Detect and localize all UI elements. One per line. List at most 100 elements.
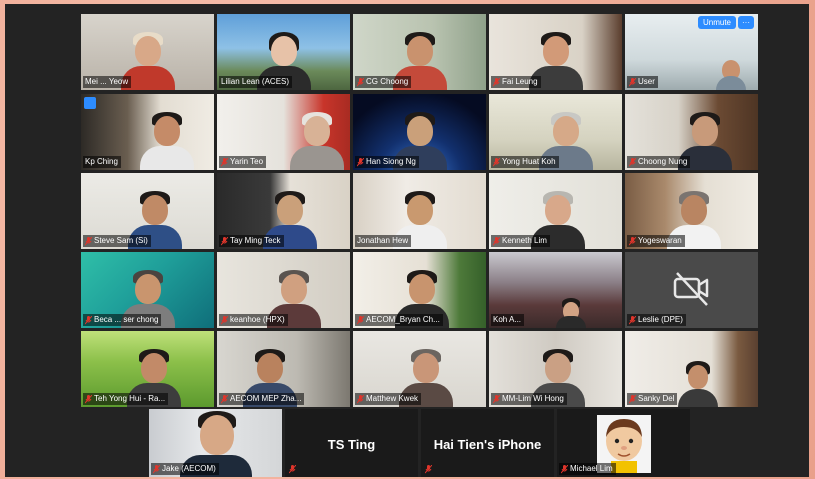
participant-name-tag: Han Siong Ng bbox=[355, 156, 419, 168]
participant-name: Yarin Teo bbox=[230, 157, 264, 166]
video-tile[interactable]: Yong Huat Koh bbox=[489, 94, 622, 170]
video-tile[interactable]: Fai Leung bbox=[489, 14, 622, 90]
participant-name-tag: MM-Lim Wi Hong bbox=[491, 393, 567, 405]
participant-name-tag: Leslie (DPE) bbox=[627, 314, 686, 326]
video-tile[interactable]: TS Ting bbox=[285, 409, 418, 477]
participant-name: AECOM MEP Zha... bbox=[230, 394, 302, 403]
participant-name-tag: Koh A... bbox=[491, 314, 525, 326]
mic-muted-icon bbox=[629, 157, 636, 166]
participant-name: keanhoe (HPX) bbox=[230, 315, 285, 324]
participant-name: Yong Huat Koh bbox=[502, 157, 556, 166]
video-tile[interactable]: Kp Ching bbox=[81, 94, 214, 170]
mic-muted-icon bbox=[221, 394, 228, 403]
video-off-icon bbox=[673, 272, 709, 306]
video-tile[interactable]: Kenneth Lim bbox=[489, 173, 622, 249]
video-tile[interactable]: Hai Tien's iPhone bbox=[421, 409, 554, 477]
participant-name-tag: Steve Sam (Si) bbox=[83, 235, 151, 247]
participant-video bbox=[716, 56, 747, 90]
video-tile[interactable]: Teh Yong Hui - Ra... bbox=[81, 331, 214, 407]
participant-name-tag: Jake (AECOM) bbox=[151, 463, 219, 475]
mic-muted-icon bbox=[493, 77, 500, 86]
mic-muted-icon bbox=[561, 464, 568, 473]
participant-name-tag bbox=[423, 464, 435, 475]
mic-muted-icon bbox=[493, 236, 500, 245]
video-tile[interactable]: Michael Lim bbox=[557, 409, 690, 477]
participant-name: Jake (AECOM) bbox=[162, 464, 216, 473]
video-tile[interactable]: Steve Sam (Si) bbox=[81, 173, 214, 249]
video-tile[interactable]: Tay Ming Teck bbox=[217, 173, 350, 249]
participant-name-tag: Kenneth Lim bbox=[491, 235, 550, 247]
video-tile[interactable]: AECOM_Bryan Ch... bbox=[353, 252, 486, 328]
participant-name-tag: AECOM_Bryan Ch... bbox=[355, 314, 443, 326]
participant-name-tag: Tay Ming Teck bbox=[219, 235, 284, 247]
mic-muted-icon bbox=[221, 157, 228, 166]
video-tile[interactable]: Sanky Del bbox=[625, 331, 758, 407]
participant-video bbox=[556, 298, 587, 328]
video-tile[interactable]: Jake (AECOM) bbox=[149, 409, 282, 477]
mic-muted-icon bbox=[153, 464, 160, 473]
participant-name-tag: CG Choong bbox=[355, 76, 412, 88]
participant-name-tag: keanhoe (HPX) bbox=[219, 314, 288, 326]
participant-name: Jonathan Hew bbox=[357, 236, 409, 245]
participant-video bbox=[289, 112, 344, 170]
video-tile[interactable]: CG Choong bbox=[353, 14, 486, 90]
mic-muted-icon bbox=[629, 315, 636, 324]
participant-name-tag: Kp Ching bbox=[83, 156, 121, 168]
mic-muted-icon bbox=[85, 315, 92, 324]
mic-muted-icon bbox=[629, 77, 636, 86]
video-tile[interactable]: keanhoe (HPX) bbox=[217, 252, 350, 328]
mic-muted-icon bbox=[493, 394, 500, 403]
participant-name: Kp Ching bbox=[85, 157, 118, 166]
video-tile[interactable]: Koh A... bbox=[489, 252, 622, 328]
mic-muted-icon bbox=[425, 465, 432, 474]
video-tile[interactable]: Yogeswaran bbox=[625, 173, 758, 249]
video-tile[interactable]: Mei ... Yeow bbox=[81, 14, 214, 90]
participant-name-tag: Choong Nung bbox=[627, 156, 691, 168]
raised-hand-icon bbox=[84, 97, 96, 109]
video-tile[interactable]: Jonathan Hew bbox=[353, 173, 486, 249]
participant-name-tag: Yong Huat Koh bbox=[491, 156, 559, 168]
mic-muted-icon bbox=[629, 236, 636, 245]
video-tile[interactable]: AECOM MEP Zha... bbox=[217, 331, 350, 407]
mic-muted-icon bbox=[357, 394, 364, 403]
participant-name: Yogeswaran bbox=[638, 236, 682, 245]
zoom-gallery-window: Mei ... Yeow Lilian Lean (ACES) CG Choon… bbox=[5, 4, 809, 477]
participant-name: Michael Lim bbox=[570, 464, 613, 473]
video-tile[interactable]: Beca ... ser chong bbox=[81, 252, 214, 328]
participant-name-tag: Michael Lim bbox=[559, 463, 616, 475]
mic-muted-icon bbox=[357, 315, 364, 324]
video-tile[interactable]: Yarin Teo bbox=[217, 94, 350, 170]
participant-display-name: TS Ting bbox=[327, 437, 376, 452]
participant-name-tag: Teh Yong Hui - Ra... bbox=[83, 393, 169, 405]
participant-name: Leslie (DPE) bbox=[638, 315, 683, 324]
video-tile[interactable]: MM-Lim Wi Hong bbox=[489, 331, 622, 407]
mic-muted-icon bbox=[221, 236, 228, 245]
participant-name: Han Siong Ng bbox=[366, 157, 416, 166]
participant-name: Kenneth Lim bbox=[502, 236, 547, 245]
unmute-button[interactable]: Unmute bbox=[697, 16, 736, 29]
participant-name: Lilian Lean (ACES) bbox=[221, 77, 290, 86]
participant-video bbox=[140, 112, 195, 170]
video-tile[interactable]: Unmute ··· User bbox=[625, 14, 758, 90]
participant-name: Choong Nung bbox=[638, 157, 688, 166]
mic-muted-icon bbox=[85, 394, 92, 403]
video-tile[interactable]: Choong Nung bbox=[625, 94, 758, 170]
participant-name-tag: Fai Leung bbox=[491, 76, 541, 88]
participant-name: Sanky Del bbox=[638, 394, 675, 403]
video-tile[interactable]: Matthew Kwek bbox=[353, 331, 486, 407]
participant-name-tag: Yarin Teo bbox=[219, 156, 267, 168]
video-tile[interactable]: Leslie (DPE) bbox=[625, 252, 758, 328]
participant-name: Fai Leung bbox=[502, 77, 538, 86]
mic-muted-icon bbox=[629, 394, 636, 403]
more-options-button[interactable]: ··· bbox=[738, 16, 754, 29]
participant-name: AECOM_Bryan Ch... bbox=[366, 315, 440, 324]
participant-name: User bbox=[638, 77, 655, 86]
participant-video bbox=[678, 361, 719, 407]
mic-muted-icon bbox=[289, 465, 296, 474]
participant-name: Beca ... ser chong bbox=[94, 315, 159, 324]
participant-name: Steve Sam (Si) bbox=[94, 236, 148, 245]
video-tile[interactable]: Lilian Lean (ACES) bbox=[217, 14, 350, 90]
mic-muted-icon bbox=[85, 236, 92, 245]
participant-name-tag: Matthew Kwek bbox=[355, 393, 422, 405]
video-tile[interactable]: Han Siong Ng bbox=[353, 94, 486, 170]
